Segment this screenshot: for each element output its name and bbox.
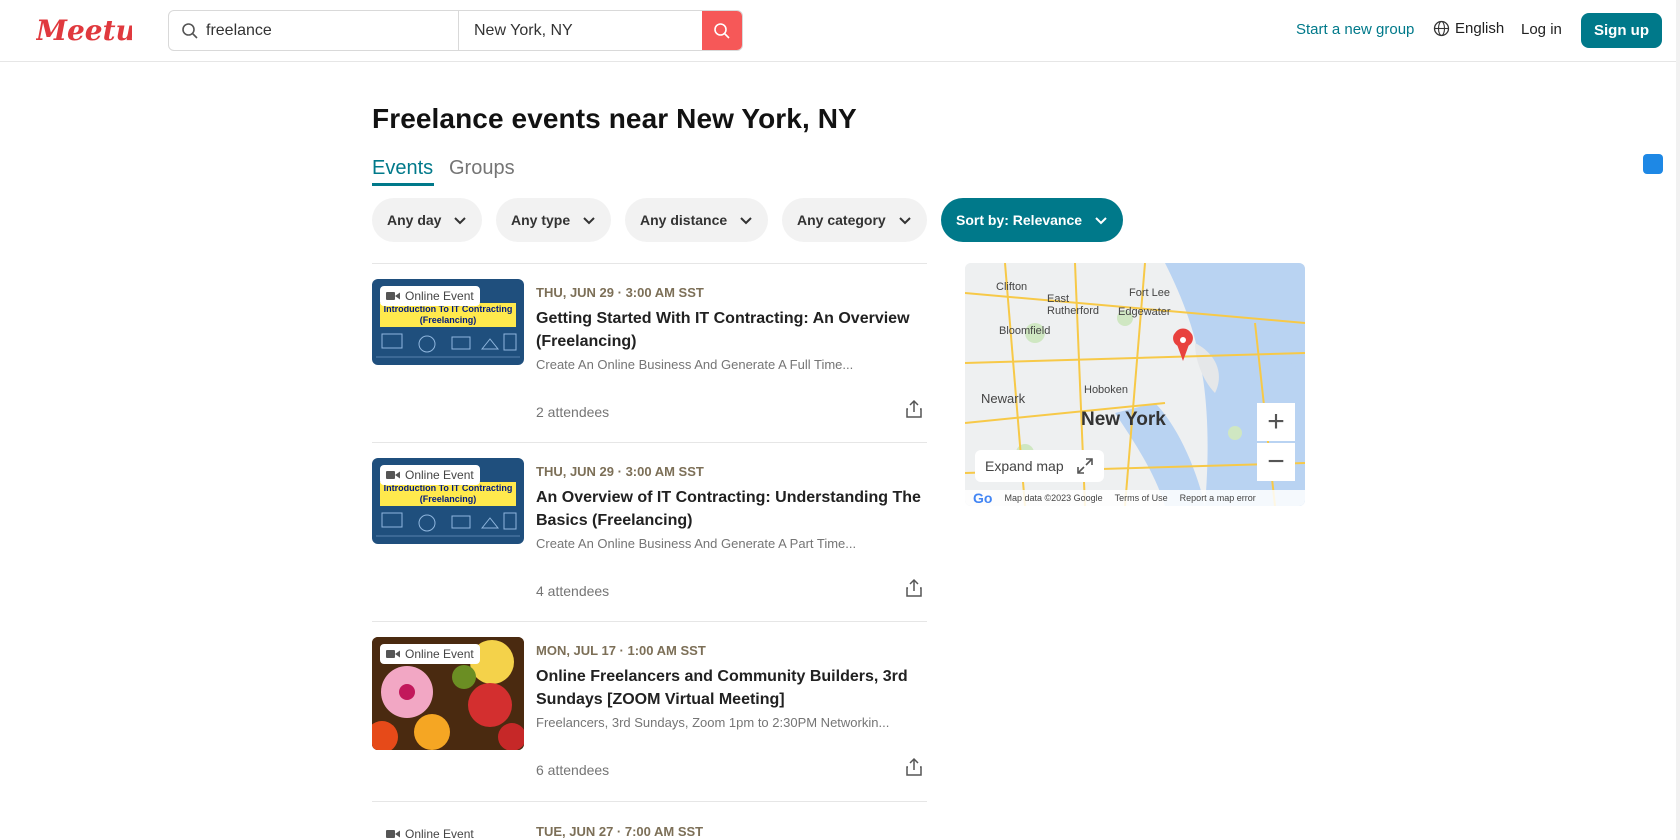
online-event-badge: Online Event xyxy=(380,644,480,664)
event-date: TUE, JUN 27 · 7:00 AM SST xyxy=(536,824,704,839)
event-title[interactable]: Getting Started With IT Contracting: An … xyxy=(536,307,921,353)
event-date: MON, JUL 17 · 1:00 AM SST xyxy=(536,643,706,658)
zoom-out-button[interactable]: − xyxy=(1257,443,1295,481)
top-header: Meetup freelance New York, NY Start a ne… xyxy=(0,0,1680,62)
event-title[interactable]: Online Freelancers and Community Builder… xyxy=(536,665,921,711)
search-button[interactable] xyxy=(702,11,742,50)
video-camera-icon xyxy=(386,650,400,658)
report-map-error-link[interactable]: Report a map error xyxy=(1180,493,1256,503)
map-label: Clifton xyxy=(996,281,1028,293)
language-label: English xyxy=(1455,20,1505,37)
chevron-down-icon xyxy=(454,217,467,225)
map-city-label: New York xyxy=(1081,409,1166,430)
event-card[interactable]: Introduction To IT Contracting (Freelanc… xyxy=(372,442,927,621)
map-data-credit: Map data ©2023 Google xyxy=(1004,493,1103,503)
chevron-down-icon xyxy=(898,217,911,225)
page-title: Freelance events near New York, NY xyxy=(372,103,857,134)
event-title[interactable]: An Overview of IT Contracting: Understan… xyxy=(536,486,921,532)
expand-map-button[interactable]: Expand map xyxy=(975,450,1104,482)
page-scrollbar[interactable] xyxy=(1676,0,1680,840)
share-icon[interactable] xyxy=(905,578,923,598)
online-event-badge: Online Event xyxy=(380,465,480,485)
video-camera-icon xyxy=(386,830,400,838)
zoom-in-button[interactable]: + xyxy=(1257,403,1295,441)
search-location-value: New York, NY xyxy=(474,21,573,39)
map-label: East Rutherford xyxy=(1047,293,1099,317)
filter-any-day[interactable]: Any day xyxy=(372,198,483,242)
thumbnail-banner: Introduction To IT Contracting (Freelanc… xyxy=(380,482,516,506)
search-keyword-value: freelance xyxy=(206,21,272,39)
share-icon[interactable] xyxy=(905,399,923,419)
filter-any-type[interactable]: Any type xyxy=(496,198,612,242)
filter-any-distance[interactable]: Any distance xyxy=(625,198,769,242)
expand-map-label: Expand map xyxy=(985,458,1064,474)
search-location-field[interactable]: New York, NY xyxy=(459,11,702,50)
chevron-down-icon xyxy=(583,217,595,225)
event-attendees: 6 attendees xyxy=(536,762,610,778)
online-event-badge: Online Event xyxy=(380,824,480,840)
signup-button[interactable]: Sign up xyxy=(1581,13,1662,48)
chevron-down-icon xyxy=(740,217,752,225)
event-card[interactable]: Online Event MON, JUL 17 · 1:00 AM SST O… xyxy=(372,621,927,800)
event-thumbnail[interactable]: Introduction To IT Contracting (Freelanc… xyxy=(372,279,524,365)
login-link[interactable]: Log in xyxy=(1521,21,1562,38)
expand-icon xyxy=(1076,458,1093,474)
sort-by-dropdown[interactable]: Sort by: Relevance xyxy=(941,198,1124,242)
filter-label: Any distance xyxy=(640,212,728,228)
side-widget-icon[interactable] xyxy=(1643,154,1663,174)
online-event-label: Online Event xyxy=(405,289,474,303)
google-logo: Go xyxy=(973,490,993,506)
search-icon xyxy=(182,22,198,39)
chevron-down-icon xyxy=(1095,217,1107,225)
thumbnail-banner: Introduction To IT Contracting (Freelanc… xyxy=(380,303,516,327)
tab-events[interactable]: Events xyxy=(372,157,433,180)
search-icon xyxy=(714,22,730,39)
online-event-badge: Online Event xyxy=(380,286,480,306)
event-attendees: 2 attendees xyxy=(536,404,610,420)
event-card[interactable]: Introduction To IT Contracting (Freelanc… xyxy=(372,263,927,442)
event-card[interactable]: Online Event TUE, JUN 27 · 7:00 AM SST xyxy=(372,801,927,840)
video-camera-icon xyxy=(386,292,400,300)
event-description: Create An Online Business And Generate A… xyxy=(536,536,857,551)
map-label: Edgewater xyxy=(1118,306,1171,318)
search-keyword-field[interactable]: freelance xyxy=(169,11,459,50)
svg-text:Meetup: Meetup xyxy=(36,14,132,47)
event-description: Create An Online Business And Generate A… xyxy=(536,357,854,372)
map-attribution-bar: Go Map data ©2023 Google Terms of Use Re… xyxy=(965,490,1305,506)
event-thumbnail[interactable]: Introduction To IT Contracting (Freelanc… xyxy=(372,458,524,544)
active-tab-indicator xyxy=(372,183,434,186)
filter-label: Any type xyxy=(511,212,571,228)
video-camera-icon xyxy=(386,471,400,479)
event-date: THU, JUN 29 · 3:00 AM SST xyxy=(536,285,704,300)
language-selector[interactable]: English xyxy=(1433,20,1504,37)
map-label: Bloomfield xyxy=(999,325,1051,337)
map-label: Hoboken xyxy=(1084,384,1129,396)
online-event-label: Online Event xyxy=(405,647,474,661)
tab-groups[interactable]: Groups xyxy=(449,157,515,180)
search-bar: freelance New York, NY xyxy=(168,10,743,51)
map-label: Fort Lee xyxy=(1129,287,1170,299)
event-thumbnail[interactable]: Online Event xyxy=(372,637,524,750)
filter-label: Any category xyxy=(797,212,886,228)
map-label: Newark xyxy=(981,391,1026,406)
start-new-group-link[interactable]: Start a new group xyxy=(1296,21,1414,38)
share-icon[interactable] xyxy=(905,757,923,777)
terms-of-use-link[interactable]: Terms of Use xyxy=(1115,493,1168,503)
event-description: Freelancers, 3rd Sundays, Zoom 1pm to 2:… xyxy=(536,715,890,730)
filter-any-category[interactable]: Any category xyxy=(782,198,927,242)
filter-label: Sort by: Relevance xyxy=(956,212,1083,228)
globe-icon xyxy=(1433,20,1450,37)
events-map[interactable]: Clifton East Rutherford Fort Lee Edgewat… xyxy=(965,263,1305,506)
event-date: THU, JUN 29 · 3:00 AM SST xyxy=(536,464,704,479)
online-event-label: Online Event xyxy=(405,827,474,840)
online-event-label: Online Event xyxy=(405,468,474,482)
meetup-logo[interactable]: Meetup xyxy=(36,12,132,48)
event-attendees: 4 attendees xyxy=(536,583,610,599)
filter-label: Any day xyxy=(387,212,442,228)
